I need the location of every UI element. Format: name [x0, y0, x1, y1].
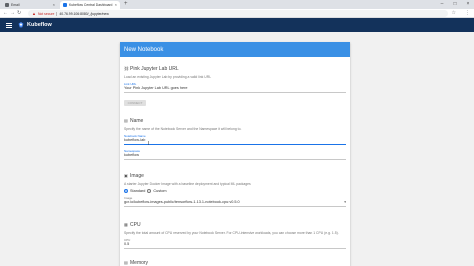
section-title: Memory — [130, 260, 149, 266]
field-underline — [124, 206, 346, 207]
address-bar[interactable]: ▲ Not secure 40.76.99.106:8080/_/jupyter… — [28, 10, 448, 17]
field-value[interactable]: 0.5 — [124, 242, 346, 246]
field-underline — [124, 92, 346, 93]
standard-radio[interactable] — [124, 189, 128, 193]
card-header: New Notebook — [120, 42, 350, 57]
section-description: Specify the name of the Notebook Server … — [124, 127, 242, 131]
tab-title: Email — [11, 3, 20, 7]
app-title: Kubeflow — [27, 22, 52, 28]
text-cursor-icon: I — [148, 141, 150, 147]
field-underline — [124, 159, 346, 160]
field-value[interactable]: kubeflow — [124, 153, 346, 157]
warning-triangle-icon: ▲ — [32, 10, 36, 16]
maximize-window-button[interactable]: □ — [449, 0, 461, 9]
name-section: ▤ Name Specify the name of the Notebook … — [124, 118, 346, 160]
divider — [56, 11, 58, 16]
card-title: New Notebook — [124, 46, 164, 53]
kubeflow-logo-icon — [18, 22, 24, 28]
link-url-field[interactable]: Link URL Your Pink Jupyter Lab URL goes … — [124, 82, 346, 93]
close-tab-icon[interactable]: × — [53, 3, 55, 7]
tab-title: Kubeflow Central Dashboard — [69, 3, 113, 7]
custom-radio[interactable] — [147, 189, 152, 193]
email-favicon-icon — [5, 3, 9, 7]
cpu-section: ▦ CPU Specify the total amount of CPU re… — [124, 222, 346, 249]
link-icon: ⛓ — [124, 66, 130, 71]
card-icon: ▤ — [124, 118, 128, 123]
kubeflow-app-bar: Kubeflow — [0, 18, 474, 32]
field-underline — [124, 144, 346, 145]
field-underline — [124, 248, 346, 249]
namespace-field[interactable]: Namespace kubeflow — [124, 149, 346, 160]
kubeflow-favicon-icon — [63, 3, 67, 7]
section-title: Image — [130, 173, 144, 179]
new-tab-button[interactable]: + — [124, 1, 128, 8]
image-select[interactable]: Image gcr.io/kubeflow-images-public/tens… — [124, 196, 346, 207]
image-icon: ▣ — [124, 173, 128, 178]
memory-section: ▤ Memory — [124, 260, 346, 266]
back-arrow-icon[interactable]: ← — [3, 10, 8, 17]
section-description: Specify the total amount of CPU reserved… — [124, 231, 339, 235]
dropdown-arrow-icon[interactable]: ▾ — [344, 200, 346, 204]
bookmark-star-icon[interactable]: ☆ — [452, 10, 456, 17]
forward-arrow-icon[interactable]: → — [10, 10, 15, 17]
section-description: Load an existing Jupyter Lab by providin… — [124, 75, 212, 79]
hamburger-menu-icon[interactable] — [6, 22, 12, 28]
field-value: gcr.io/kubeflow-images-public/tensorflow… — [124, 200, 240, 204]
reload-icon[interactable]: ↻ — [17, 10, 21, 17]
connect-button[interactable]: CONNECT — [124, 100, 146, 106]
close-window-button[interactable]: × — [462, 0, 474, 9]
browser-tab-email[interactable]: Email × — [2, 1, 58, 9]
security-status: Not secure — [37, 11, 55, 16]
pink-url-section: ⛓ Pink Jupyter Lab URL Load an existing … — [124, 66, 346, 93]
image-section: ▣ Image A starter Jupyter Docker Image w… — [124, 173, 346, 207]
field-value[interactable]: kubeflow-lab — [124, 138, 346, 142]
new-notebook-card: New Notebook ⛓ Pink Jupyter Lab URL Load… — [120, 42, 350, 266]
section-title: Name — [130, 118, 144, 124]
url-text[interactable]: 40.76.99.106:8080/_/jupyter/new — [59, 12, 108, 16]
browser-toolbar: ← → ↻ ▲ Not secure 40.76.99.106:8080/_/j… — [0, 9, 474, 18]
radio-label: Standard — [130, 189, 146, 193]
field-value[interactable]: Your Pink Jupyter Lab URL goes here — [124, 86, 346, 90]
image-type-radio-group: Standard Custom — [124, 189, 346, 193]
browser-menu-icon[interactable]: ⋮ — [465, 10, 470, 17]
radio-label: Custom — [153, 189, 167, 193]
cpu-field[interactable]: CPU 0.5 — [124, 238, 346, 249]
section-title: Pink Jupyter Lab URL — [130, 66, 179, 72]
memory-icon: ▤ — [124, 260, 128, 265]
minimize-window-button[interactable]: – — [436, 0, 448, 9]
section-description: A starter Jupyter Docker Image with a ba… — [124, 182, 251, 186]
close-tab-icon[interactable]: × — [115, 3, 117, 7]
chip-icon: ▦ — [124, 222, 128, 227]
notebook-name-field[interactable]: Notebook Name kubeflow-lab — [124, 134, 346, 145]
browser-tab-strip: Email × Kubeflow Central Dashboard × + –… — [0, 0, 474, 9]
browser-tab-kubeflow[interactable]: Kubeflow Central Dashboard × — [60, 1, 120, 9]
section-title: CPU — [130, 222, 141, 228]
